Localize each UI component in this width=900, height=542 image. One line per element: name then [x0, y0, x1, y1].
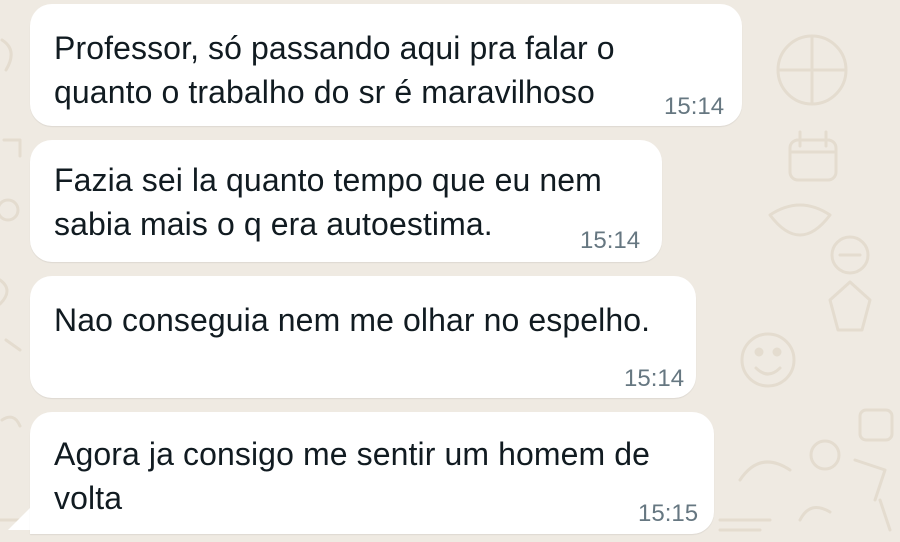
- message-timestamp: 15:15: [638, 500, 699, 527]
- message-text: Nao conseguia nem me olhar no espelho.: [54, 302, 651, 338]
- message-bubble[interactable]: Professor, só passando aqui pra falar o …: [30, 4, 742, 126]
- chat-messages-area: Professor, só passando aqui pra falar o …: [0, 0, 900, 542]
- message-text: Agora ja consigo me sentir um homem de v…: [54, 436, 651, 516]
- message-bubble[interactable]: Nao conseguia nem me olhar no espelho. 1…: [30, 276, 696, 398]
- message-bubble[interactable]: Fazia sei la quanto tempo que eu nem sab…: [30, 140, 662, 262]
- message-timestamp: 15:14: [580, 227, 641, 254]
- message-text: Fazia sei la quanto tempo que eu nem sab…: [54, 162, 602, 242]
- message-bubble[interactable]: Agora ja consigo me sentir um homem de v…: [30, 412, 714, 534]
- message-timestamp: 15:14: [664, 93, 725, 120]
- message-timestamp: 15:14: [624, 365, 685, 392]
- message-text: Professor, só passando aqui pra falar o …: [54, 30, 615, 110]
